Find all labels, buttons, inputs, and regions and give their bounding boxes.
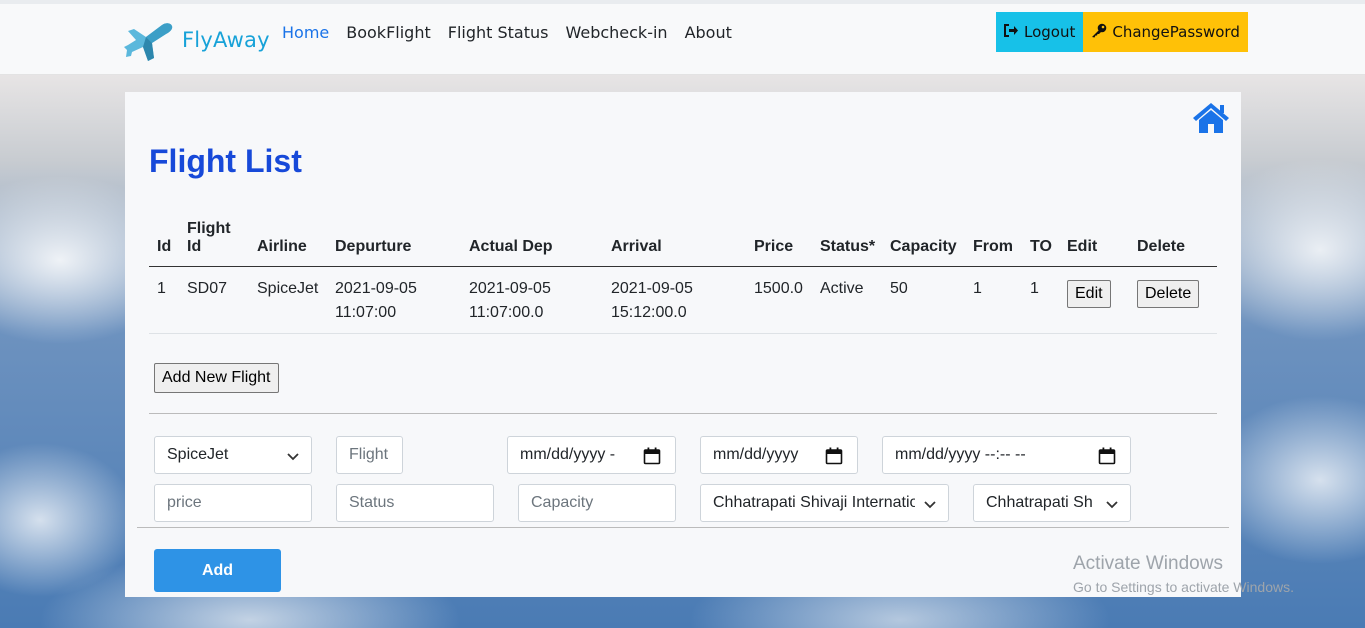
from-airport-value: Chhatrapati Shivaji Internatio [713,494,915,511]
departure-date-input[interactable]: mm/dd/yyyy - [507,436,676,474]
calendar-icon[interactable] [825,447,843,470]
chevron-down-icon [924,497,936,515]
delete-button[interactable]: Delete [1137,280,1200,308]
col-capacity: Capacity [882,220,965,267]
col-delete: Delete [1129,220,1217,267]
col-flight-id-label: Flight Id [187,220,231,255]
nav-book-flight[interactable]: BookFlight [346,23,430,42]
flight-input-placeholder: Flight [349,446,389,463]
cell-capacity: 50 [882,266,965,334]
calendar-icon[interactable] [1098,447,1116,470]
nav-flight-status[interactable]: Flight Status [448,23,549,42]
nav-about[interactable]: About [685,23,732,42]
flight-input[interactable]: Flight [336,436,403,474]
airplane-icon [124,18,174,62]
col-id: Id [149,220,179,267]
flight-table: Id Flight Id Airline Depurture Actual De… [149,220,1217,334]
to-airport-value: Chhatrapati Sh [986,494,1093,511]
sign-out-icon [1004,23,1024,41]
home-icon[interactable] [1192,102,1230,139]
nav-links: Home BookFlight Flight Status Webcheck-i… [282,23,732,42]
capacity-input-placeholder: Capacity [531,494,594,511]
cell-from: 1 [965,266,1022,334]
flight-list-panel: Flight List Id Flight Id Airline Depurtu… [125,92,1241,597]
cell-flight-id: SD07 [179,266,249,334]
capacity-input[interactable]: Capacity [518,484,676,522]
col-airline: Airline [249,220,327,267]
logout-label: Logout [1024,23,1076,41]
chevron-down-icon [287,449,299,467]
cell-departure-text: 2021-09-05 11:07:00 [335,280,417,321]
add-button[interactable]: Add [154,549,281,592]
cell-price: 1500.0 [746,266,812,334]
to-airport-select[interactable]: Chhatrapati Sh [973,484,1131,522]
table-row: 1 SD07 SpiceJet 2021-09-05 11:07:00 2021… [149,266,1217,334]
logout-button[interactable]: Logout [996,12,1084,52]
col-status: Status* [812,220,882,267]
col-departure: Depurture [327,220,461,267]
brand-name: FlyAway [182,28,270,52]
navbar: FlyAway Home BookFlight Flight Status We… [0,4,1365,75]
cell-id: 1 [149,266,179,334]
col-to: TO [1022,220,1059,267]
airline-select[interactable]: SpiceJet [154,436,312,474]
brand[interactable]: FlyAway [124,18,270,62]
from-airport-select[interactable]: Chhatrapati Shivaji Internatio [700,484,949,522]
watermark-subtitle: Go to Settings to activate Windows. [1073,579,1294,595]
change-password-button[interactable]: ChangePassword [1083,12,1248,52]
chevron-down-icon [1106,497,1118,515]
activate-windows-watermark: Activate Windows Go to Settings to activ… [1073,553,1294,595]
actual-dep-date-input[interactable]: mm/dd/yyyy [700,436,858,474]
cell-airline: SpiceJet [249,266,327,334]
departure-date-value: mm/dd/yyyy - [520,446,616,463]
col-edit: Edit [1059,220,1129,267]
table-header-row: Id Flight Id Airline Depurture Actual De… [149,220,1217,267]
status-input-placeholder: Status [349,494,395,511]
cell-arrival-text: 2021-09-05 15:12:00.0 [611,280,693,321]
cell-delete: Delete [1129,266,1217,334]
col-arrival: Arrival [603,220,746,267]
airline-select-value: SpiceJet [167,446,229,463]
key-icon [1091,23,1112,42]
divider [137,527,1229,528]
edit-button[interactable]: Edit [1067,280,1111,308]
col-flight-id: Flight Id [179,220,249,267]
page-title: Flight List [149,143,302,179]
col-actual-dep: Actual Dep [461,220,603,267]
cell-actual-dep-text: 2021-09-05 11:07:00.0 [469,280,551,321]
cell-arrival: 2021-09-05 15:12:00.0 [603,266,746,334]
col-price: Price [746,220,812,267]
arrival-datetime-input[interactable]: mm/dd/yyyy --:-- -- [882,436,1131,474]
watermark-title: Activate Windows [1073,553,1223,574]
divider [149,413,1217,414]
cell-departure: 2021-09-05 11:07:00 [327,266,461,334]
cell-edit: Edit [1059,266,1129,334]
cell-status: Active [812,266,882,334]
arrival-datetime-value: mm/dd/yyyy --:-- -- [895,446,1026,463]
actual-dep-date-value: mm/dd/yyyy [713,446,799,463]
price-input-placeholder: price [167,494,202,511]
change-password-label: ChangePassword [1112,23,1240,41]
col-from: From [965,220,1022,267]
calendar-icon[interactable] [643,447,661,470]
status-input[interactable]: Status [336,484,494,522]
add-new-flight-button[interactable]: Add New Flight [154,363,279,393]
nav-webcheck-in[interactable]: Webcheck-in [565,23,667,42]
nav-actions: Logout ChangePassword [996,12,1248,52]
cell-actual-dep: 2021-09-05 11:07:00.0 [461,266,603,334]
nav-home[interactable]: Home [282,23,329,42]
cell-to: 1 [1022,266,1059,334]
price-input[interactable]: price [154,484,312,522]
